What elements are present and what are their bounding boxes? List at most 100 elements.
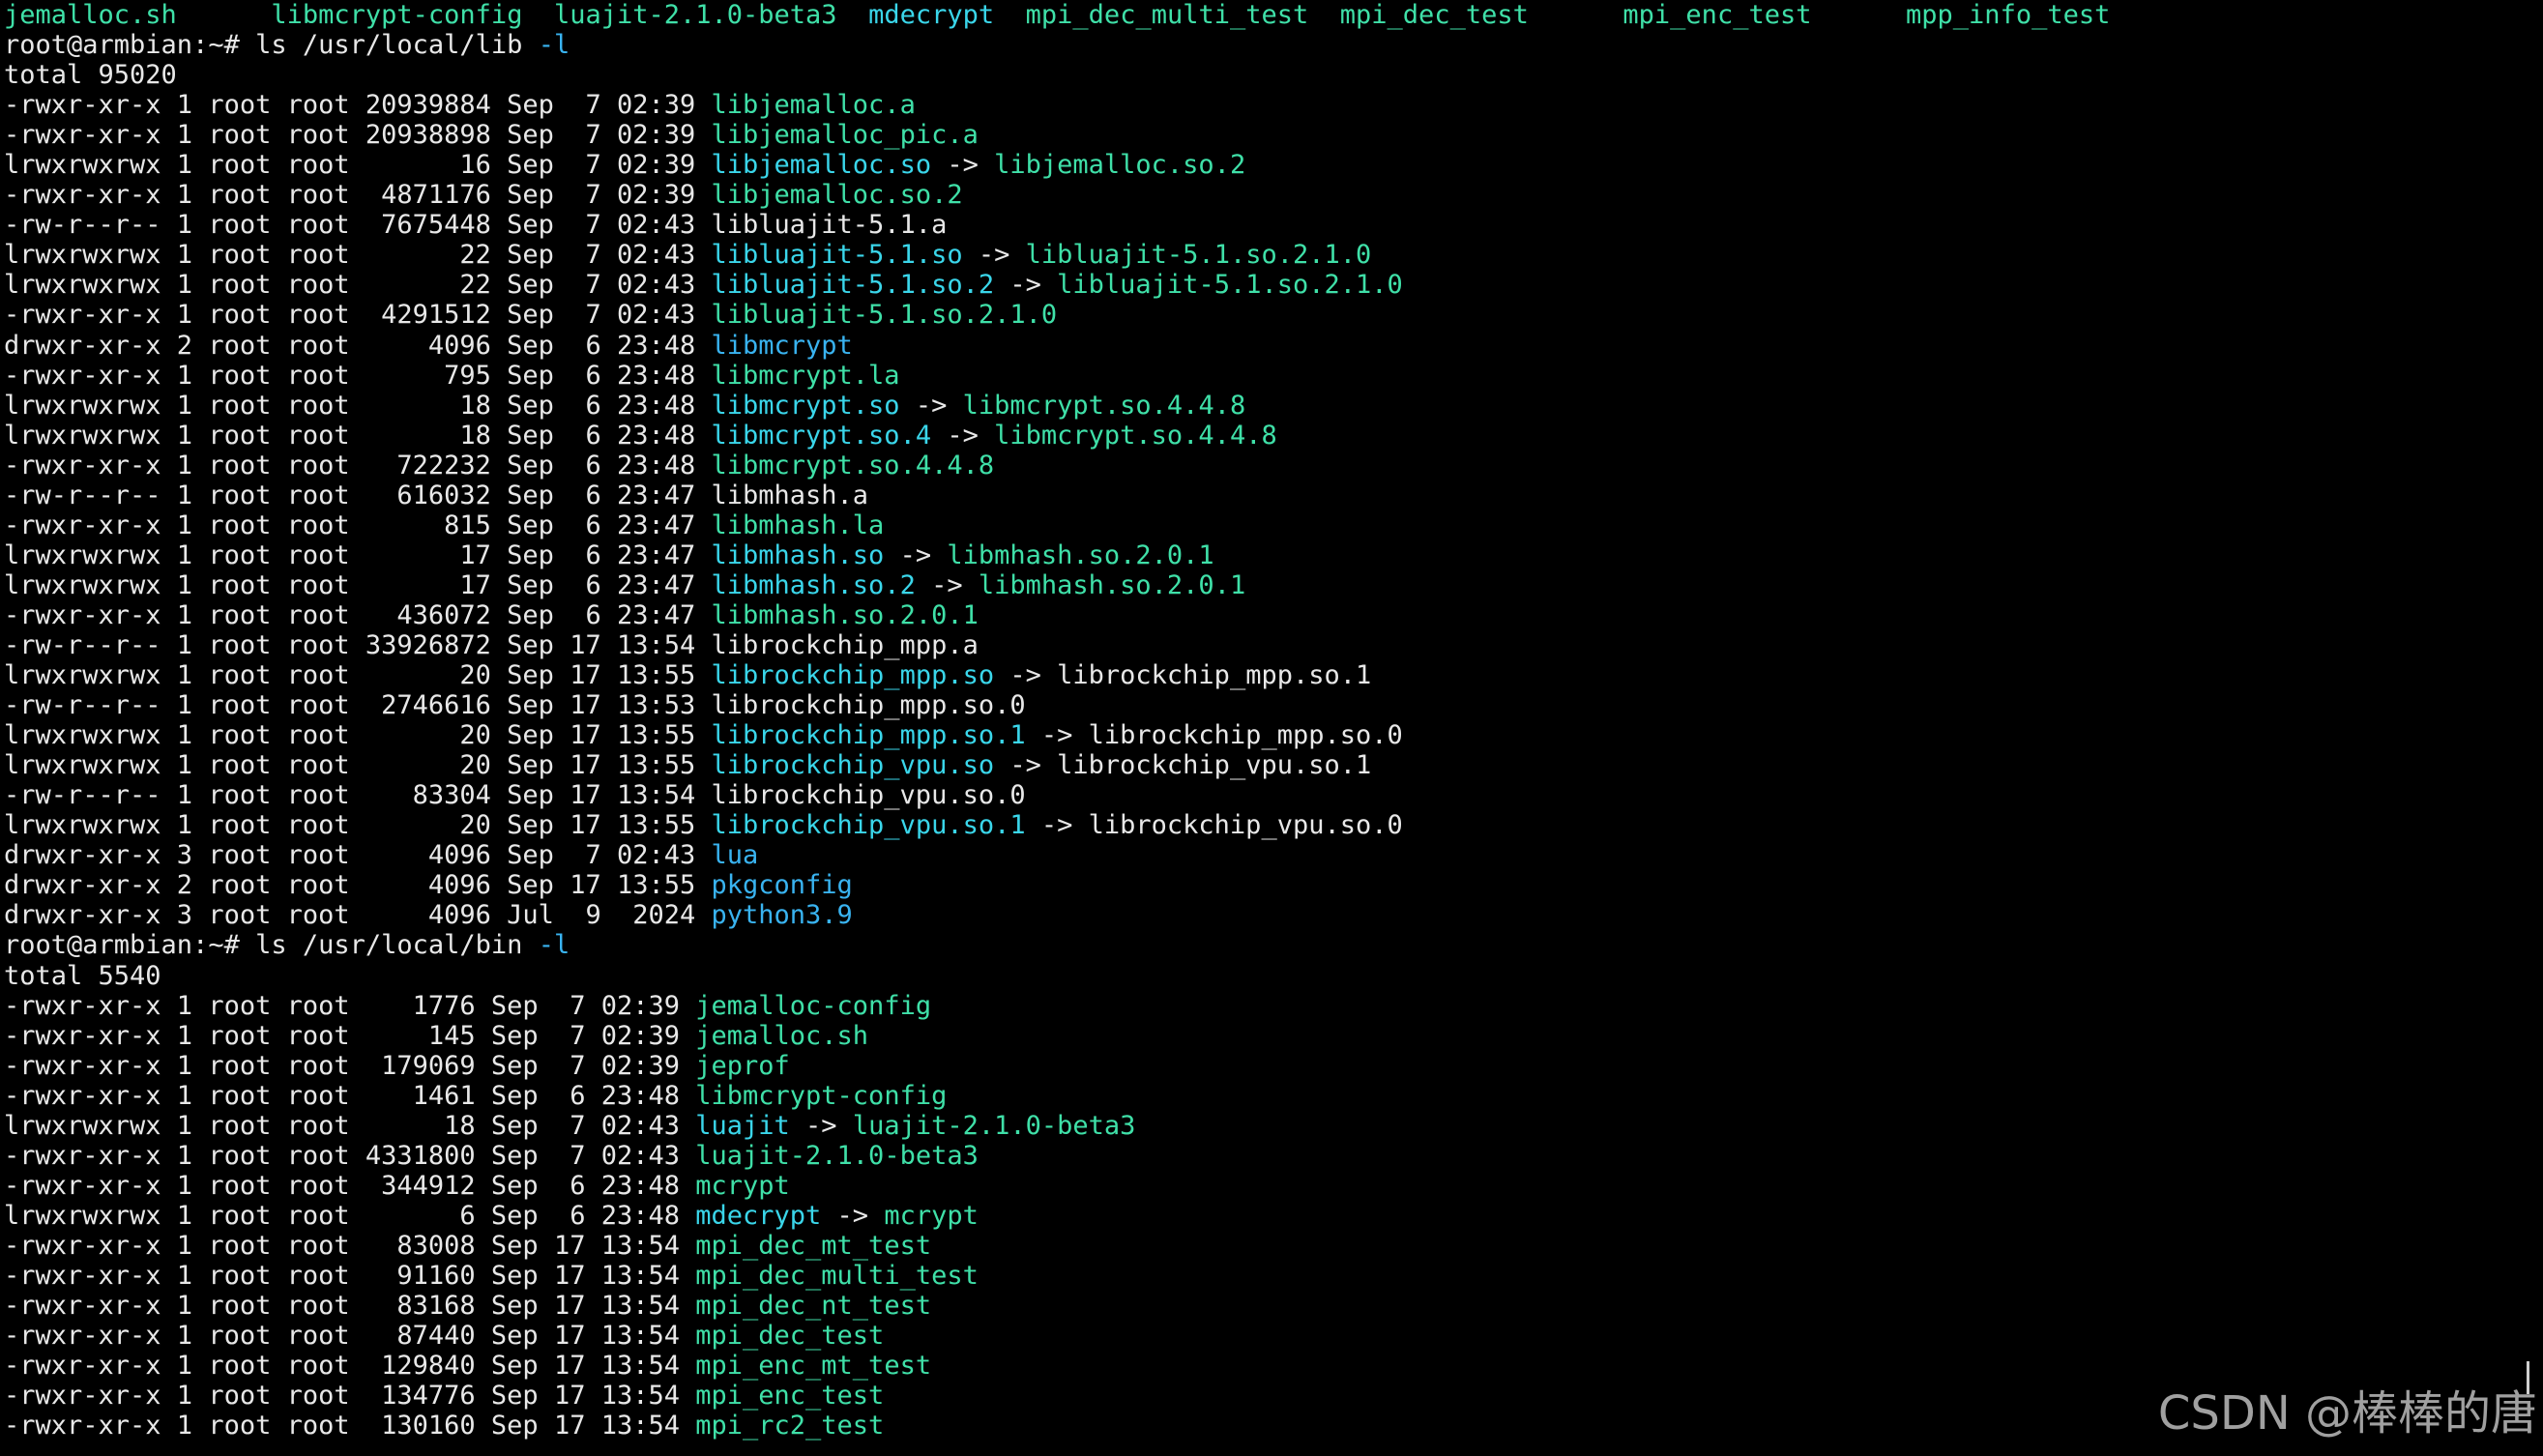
terminal-line: -rwxr-xr-x 1 root root 129840 Sep 17 13:…: [4, 1351, 2543, 1381]
terminal-line: lrwxrwxrwx 1 root root 16 Sep 7 02:39 li…: [4, 150, 2543, 180]
terminal-text-segment: -rw-r--r-- 1 root root 83304 Sep 17 13:5…: [4, 780, 1026, 811]
terminal-text-segment: libmcrypt-config: [271, 0, 523, 30]
terminal-line: -rwxr-xr-x 1 root root 83008 Sep 17 13:5…: [4, 1231, 2543, 1261]
terminal-text-segment: libmcrypt: [711, 330, 853, 361]
terminal-text-segment: libluajit-5.1.so.2.1.0: [1057, 270, 1403, 301]
terminal-line: -rw-r--r-- 1 root root 616032 Sep 6 23:4…: [4, 480, 2543, 510]
terminal-text-segment: total 95020: [4, 60, 177, 91]
terminal-line: -rwxr-xr-x 1 root root 20938898 Sep 7 02…: [4, 120, 2543, 150]
terminal-text-segment: mdecrypt: [868, 0, 995, 30]
terminal-line: lrwxrwxrwx 1 root root 20 Sep 17 13:55 l…: [4, 750, 2543, 780]
terminal-text-segment: lrwxrwxrwx 1 root root 16 Sep 7 02:39: [4, 150, 712, 181]
terminal-text-segment: -rwxr-xr-x 1 root root 130160 Sep 17 13:…: [4, 1411, 696, 1441]
terminal-text-segment: pkgconfig: [711, 870, 853, 901]
terminal-line: root@armbian:~# ls /usr/local/bin -l: [4, 930, 2543, 960]
terminal-text-segment: -rwxr-xr-x 1 root root 20938898 Sep 7 02…: [4, 120, 712, 151]
terminal-line: lrwxrwxrwx 1 root root 18 Sep 7 02:43 lu…: [4, 1111, 2543, 1141]
terminal-text-segment: drwxr-xr-x 3 root root 4096 Jul 9 2024: [4, 900, 712, 931]
terminal-window[interactable]: jemalloc.sh libmcrypt-config luajit-2.1.…: [4, 0, 2543, 1456]
terminal-line: -rwxr-xr-x 1 root root 1461 Sep 6 23:48 …: [4, 1081, 2543, 1111]
terminal-text-segment: libmhash.so: [711, 539, 885, 570]
terminal-line: -rwxr-xr-x 1 root root 87440 Sep 17 13:5…: [4, 1321, 2543, 1351]
terminal-text-segment: total 5540: [4, 960, 161, 991]
terminal-text-segment: -l: [538, 30, 570, 61]
terminal-text-segment: mpi_enc_test: [695, 1381, 885, 1412]
terminal-text-segment: libmhash.so.2.0.1: [711, 599, 979, 630]
terminal-text-segment: luajit: [695, 1110, 790, 1141]
terminal-text-segment: mpi_dec_test: [695, 1321, 885, 1352]
terminal-text-segment: libluajit-5.1.so.2.1.0: [711, 300, 1058, 331]
terminal-line: total 95020: [4, 60, 2543, 90]
terminal-line: drwxr-xr-x 3 root root 4096 Sep 7 02:43 …: [4, 840, 2543, 870]
terminal-text-segment: luajit-2.1.0-beta3: [553, 0, 837, 30]
terminal-text-segment: libjemalloc.a: [711, 90, 916, 121]
terminal-line: lrwxrwxrwx 1 root root 18 Sep 6 23:48 li…: [4, 421, 2543, 451]
terminal-text-segment: -rw-r--r-- 1 root root 2746616 Sep 17 13…: [4, 690, 1026, 721]
terminal-text-segment: lrwxrwxrwx 1 root root 20 Sep 17 13:55: [4, 750, 712, 781]
terminal-line: -rwxr-xr-x 1 root root 436072 Sep 6 23:4…: [4, 600, 2543, 630]
terminal-line: -rwxr-xr-x 1 root root 4871176 Sep 7 02:…: [4, 180, 2543, 210]
terminal-text-segment: lrwxrwxrwx 1 root root 18 Sep 6 23:48: [4, 390, 712, 421]
terminal-text-segment: -rwxr-xr-x 1 root root 436072 Sep 6 23:4…: [4, 599, 712, 630]
terminal-text-segment: mpp_info_test: [1906, 0, 2111, 30]
terminal-text-segment: libmhash.la: [711, 510, 885, 540]
terminal-line: -rwxr-xr-x 1 root root 179069 Sep 7 02:3…: [4, 1051, 2543, 1081]
terminal-text-segment: libmcrypt-config: [695, 1080, 948, 1111]
terminal-line: -rwxr-xr-x 1 root root 91160 Sep 17 13:5…: [4, 1261, 2543, 1291]
terminal-text-segment: libmcrypt.so.4.4.8: [994, 420, 1277, 451]
terminal-text-segment: -rwxr-xr-x 1 root root 1461 Sep 6 23:48: [4, 1080, 696, 1111]
terminal-line: lrwxrwxrwx 1 root root 22 Sep 7 02:43 li…: [4, 240, 2543, 270]
terminal-text-segment: lrwxrwxrwx 1 root root 17 Sep 6 23:47: [4, 539, 712, 570]
terminal-text-segment: lrwxrwxrwx 1 root root 18 Sep 7 02:43: [4, 1110, 696, 1141]
terminal-line: lrwxrwxrwx 1 root root 20 Sep 17 13:55 l…: [4, 720, 2543, 750]
terminal-text-segment: -rwxr-xr-x 1 root root 344912 Sep 6 23:4…: [4, 1170, 696, 1201]
terminal-text-segment: mcrypt: [695, 1170, 790, 1201]
terminal-text-segment: -rwxr-xr-x 1 root root 91160 Sep 17 13:5…: [4, 1260, 696, 1291]
terminal-text-segment: mcrypt: [884, 1200, 979, 1231]
terminal-line: lrwxrwxrwx 1 root root 17 Sep 6 23:47 li…: [4, 570, 2543, 600]
terminal-text-segment: -rw-r--r-- 1 root root 33926872 Sep 17 1…: [4, 629, 979, 660]
terminal-line: lrwxrwxrwx 1 root root 22 Sep 7 02:43 li…: [4, 270, 2543, 300]
terminal-text-segment: python3.9: [711, 900, 853, 931]
terminal-text-segment: -rwxr-xr-x 1 root root 4331800 Sep 7 02:…: [4, 1140, 696, 1171]
terminal-text-segment: ->: [962, 240, 1026, 271]
terminal-text-segment: drwxr-xr-x 2 root root 4096 Sep 17 13:55: [4, 870, 712, 901]
terminal-text-segment: -rwxr-xr-x 1 root root 83008 Sep 17 13:5…: [4, 1230, 696, 1261]
terminal-text-segment: -> librockchip_vpu.so.1: [994, 750, 1372, 781]
terminal-text-segment: -rwxr-xr-x 1 root root 134776 Sep 17 13:…: [4, 1381, 696, 1412]
terminal-text-segment: lrwxrwxrwx 1 root root 6 Sep 6 23:48: [4, 1200, 696, 1231]
terminal-text-segment: ->: [899, 390, 963, 421]
terminal-text-segment: libmhash.so.2.0.1: [947, 539, 1214, 570]
terminal-text-segment: ->: [915, 569, 979, 600]
terminal-text-segment: jemalloc.sh: [4, 0, 177, 30]
terminal-text-segment: libmhash.so.2: [711, 569, 916, 600]
terminal-text-segment: libmcrypt.so.4.4.8: [711, 450, 995, 480]
terminal-line: -rwxr-xr-x 1 root root 4331800 Sep 7 02:…: [4, 1141, 2543, 1171]
terminal-line: lrwxrwxrwx 1 root root 6 Sep 6 23:48 mde…: [4, 1201, 2543, 1231]
terminal-text-segment: mpi_enc_mt_test: [695, 1351, 932, 1382]
terminal-text-segment: mdecrypt: [695, 1200, 822, 1231]
terminal-text-segment: -l: [538, 930, 570, 961]
terminal-text-segment: root@armbian:~# ls /usr/local/lib: [4, 30, 539, 61]
terminal-text-segment: libluajit-5.1.so.2.1.0: [1025, 240, 1372, 271]
terminal-text-segment: luajit-2.1.0-beta3: [852, 1110, 1136, 1141]
terminal-text-segment: -rwxr-xr-x 1 root root 815 Sep 6 23:47: [4, 510, 712, 540]
terminal-text-segment: lrwxrwxrwx 1 root root 20 Sep 17 13:55: [4, 810, 712, 841]
terminal-line: -rwxr-xr-x 1 root root 145 Sep 7 02:39 j…: [4, 1021, 2543, 1051]
terminal-text-segment: -rwxr-xr-x 1 root root 87440 Sep 17 13:5…: [4, 1321, 696, 1352]
terminal-text-segment: libmcrypt.so: [711, 390, 900, 421]
terminal-line: lrwxrwxrwx 1 root root 20 Sep 17 13:55 l…: [4, 810, 2543, 840]
terminal-text-segment: librockchip_mpp.so.1: [711, 720, 1026, 751]
terminal-text-segment: root@armbian:~# ls /usr/local/bin: [4, 930, 539, 961]
terminal-text-segment: -rw-r--r-- 1 root root 616032 Sep 6 23:4…: [4, 480, 869, 510]
terminal-line: lrwxrwxrwx 1 root root 17 Sep 6 23:47 li…: [4, 540, 2543, 570]
terminal-text-segment: lrwxrwxrwx 1 root root 18 Sep 6 23:48: [4, 420, 712, 451]
terminal-text-segment: ->: [821, 1200, 885, 1231]
terminal-text-segment: mpi_rc2_test: [695, 1411, 885, 1441]
terminal-text-segment: mpi_dec_test: [1339, 0, 1529, 30]
terminal-text-segment: libmhash.so.2.0.1: [978, 569, 1246, 600]
terminal-text-segment: lua: [711, 840, 759, 871]
